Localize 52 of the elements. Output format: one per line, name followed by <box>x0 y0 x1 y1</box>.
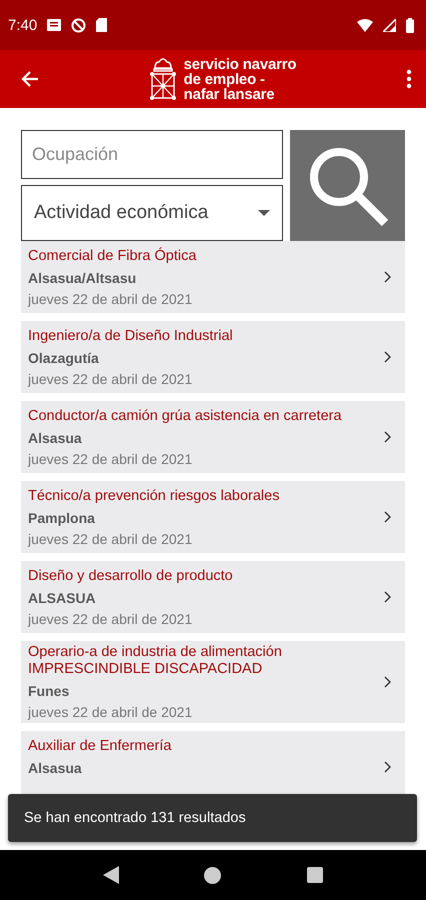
sd-card-icon <box>96 18 108 32</box>
recents-nav-icon[interactable] <box>307 867 324 883</box>
brand-name: servicio navarro de empleo - nafar lansare <box>184 56 296 102</box>
chevron-right-icon <box>384 431 391 443</box>
job-location: Pamplona <box>28 510 96 526</box>
snackbar-message: Se han encontrado 131 resultados <box>24 810 246 826</box>
job-result-card[interactable]: Conductor/a camión grúa asistencia en carretera Alsasua jueves 22 de abril de 2021 <box>21 401 405 473</box>
job-location: ALSASUA <box>28 590 97 606</box>
coat-of-arms-icon <box>150 58 176 100</box>
wifi-icon <box>357 18 373 32</box>
activity-dropdown[interactable]: Actividad económica <box>21 185 283 241</box>
job-title: Comercial de Fibra Óptica <box>28 248 198 264</box>
battery-icon <box>406 18 414 32</box>
more-options-icon <box>406 69 412 89</box>
status-time: 7:40 <box>8 16 38 34</box>
chevron-right-icon <box>384 761 391 773</box>
job-location: Olazagutía <box>28 350 100 366</box>
job-title: Conductor/a camión grúa asistencia en carretera <box>28 408 343 424</box>
job-date: jueves 22 de abril de 2021 <box>28 290 194 306</box>
job-location: Alsasua <box>28 760 83 776</box>
chevron-right-icon <box>384 351 391 363</box>
notification-icon <box>47 19 62 31</box>
job-result-card[interactable]: Técnico/a prevención riesgos laborales Pamplona jueves 22 de abril de 2021 <box>21 481 405 553</box>
job-result-card[interactable]: Ingeniero/a de Diseño Industrial Olazagutía jueves 22 de abril de 2021 <box>21 321 405 393</box>
job-date: jueves 22 de abril de 2021 <box>28 704 194 720</box>
job-title: Auxiliar de Enfermería <box>28 738 172 754</box>
home-nav-icon[interactable] <box>204 866 222 884</box>
chevron-right-icon <box>384 271 391 283</box>
job-date: jueves 22 de abril de 2021 <box>28 450 194 466</box>
occupation-field[interactable]: Ocupación <box>21 130 283 179</box>
job-title: Ingeniero/a de Diseño Industrial <box>28 328 234 344</box>
job-result-card[interactable]: Diseño y desarrollo de producto ALSASUA jueves 22 de abril de 2021 <box>21 561 405 633</box>
job-title: Técnico/a prevención riesgos laborales <box>28 488 280 504</box>
back-nav-icon[interactable] <box>102 866 119 884</box>
blocked-icon <box>71 18 86 32</box>
search-button[interactable] <box>290 130 405 241</box>
job-title: Diseño y desarrollo de producto <box>28 568 234 584</box>
job-date: jueves 22 de abril de 2021 <box>28 610 194 626</box>
job-result-card[interactable]: Operario-a de industria de alimentación IMPRESCINDIBLE DISCAPACIDAD Funes jueves 22 de abril de 2021 <box>21 641 405 723</box>
job-location: Alsasua <box>28 430 83 446</box>
job-result-card[interactable]: Comercial de Fibra Óptica Alsasua/Altsasu jueves 22 de abril de 2021 <box>21 241 405 313</box>
chevron-right-icon <box>384 591 391 603</box>
dropdown-caret-icon <box>258 210 270 216</box>
back-arrow-icon <box>20 69 40 89</box>
job-date: jueves 22 de abril de 2021 <box>28 370 194 386</box>
job-location: Funes <box>28 683 70 699</box>
chevron-right-icon <box>384 511 391 523</box>
job-title: Operario-a de industria de alimentación IMPRESCINDIBLE DISCAPACIDAD <box>28 644 283 678</box>
chevron-right-icon <box>384 676 391 688</box>
job-location: Alsasua/Altsasu <box>28 270 138 286</box>
signal-icon <box>383 18 396 32</box>
job-date: jueves 22 de abril de 2021 <box>28 530 194 546</box>
